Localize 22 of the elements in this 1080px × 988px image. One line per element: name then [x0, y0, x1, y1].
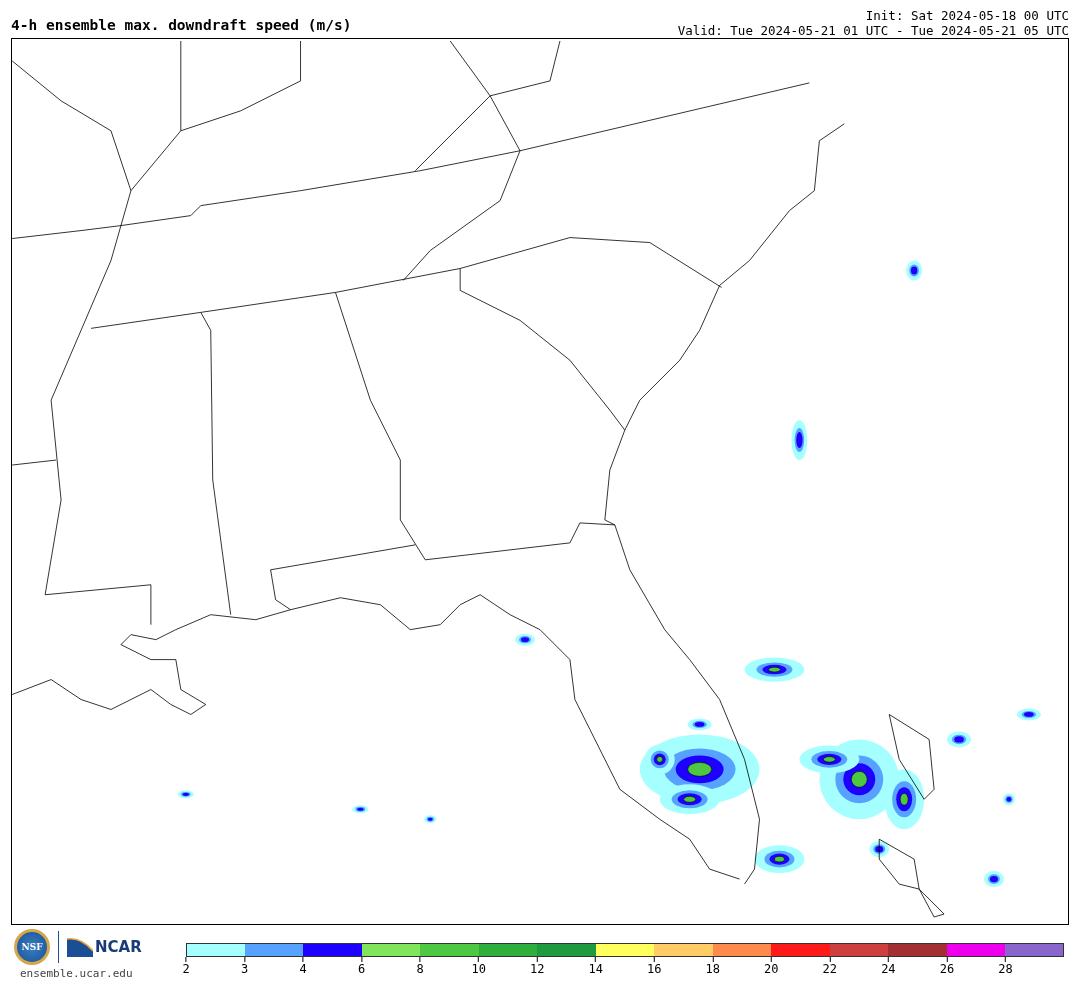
seal-logo: NSF [14, 929, 50, 965]
scale-label: 4 [299, 962, 307, 976]
scale-label: 16 [647, 962, 662, 976]
scale-label: 2 [182, 962, 190, 976]
init-time: Init: Sat 2024-05-18 00 UTC [865, 8, 1069, 23]
scale-label: 26 [939, 962, 955, 976]
scale-label: 3 [240, 962, 249, 976]
scale-label: 20 [764, 962, 779, 976]
scale-label: 8 [416, 962, 424, 976]
scale-label: 28 [998, 962, 1013, 976]
site-url: ensemble.ucar.edu [20, 967, 133, 980]
swoosh-icon [67, 937, 93, 957]
valid-time: Valid: Tue 2024-05-21 01 UTC - Tue 2024-05-21 05 UTC [677, 23, 1069, 38]
scale-label: 22 [822, 962, 838, 976]
scale-label: 10 [471, 962, 486, 976]
scale-label: 24 [881, 962, 896, 976]
scale-label: 18 [705, 962, 720, 976]
scale-label: 12 [529, 962, 545, 976]
chart-title: 4-h ensemble max. downdraft speed (m/s) [11, 17, 352, 35]
scale-label: 6 [358, 962, 366, 976]
scale-label: 14 [588, 962, 603, 976]
ncar-logo: NCAR [95, 938, 142, 956]
